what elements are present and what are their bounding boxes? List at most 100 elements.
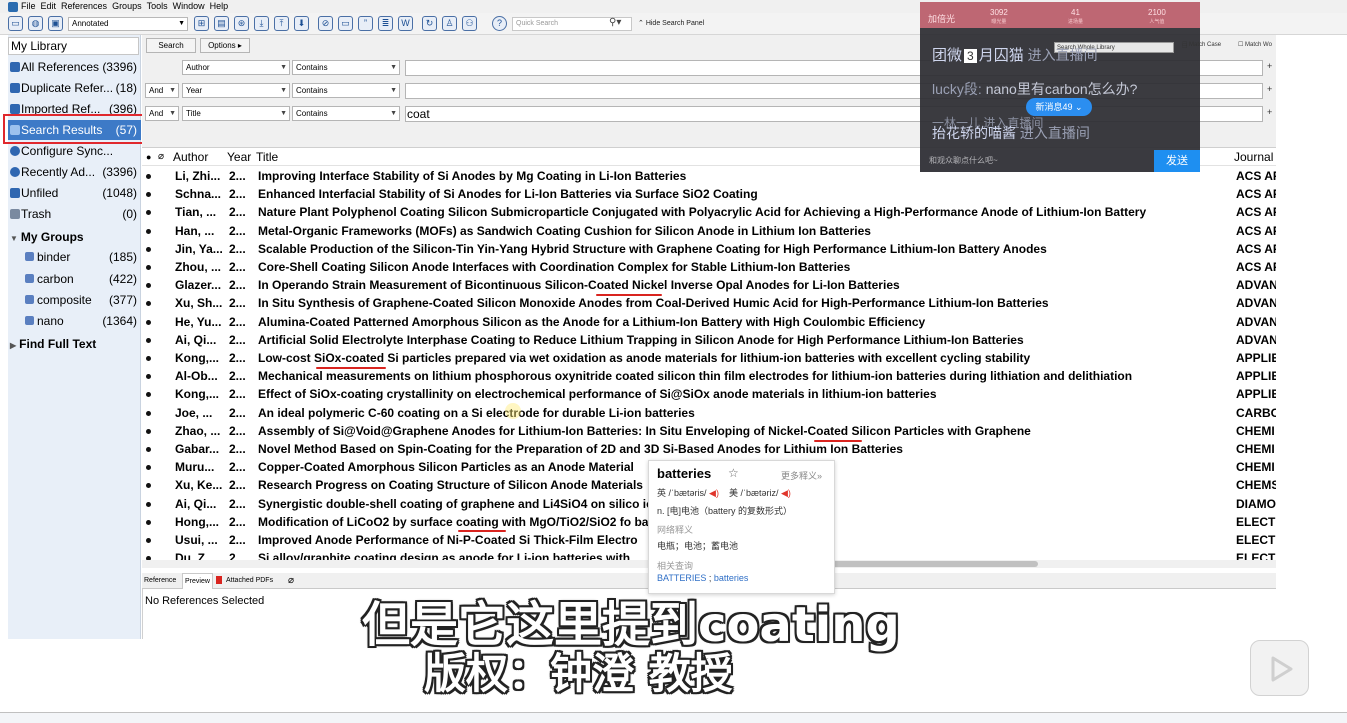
group-recently-added[interactable]: Recently Ad... (3396) xyxy=(8,162,141,182)
ref-author: He, Yu... xyxy=(175,314,222,329)
search-icon[interactable]: ⚲▾ xyxy=(609,17,621,28)
send-button[interactable]: 发送 xyxy=(1154,150,1200,172)
match-words-option[interactable]: ☐ Match Wo xyxy=(1238,41,1276,48)
more-definitions-link[interactable]: 更多释义» xyxy=(781,469,822,482)
group-unfiled[interactable]: Unfiled (1048) xyxy=(8,183,141,203)
hide-search-panel-button[interactable]: ⌃ Hide Search Panel xyxy=(638,18,704,30)
options-button[interactable]: Options ▸ xyxy=(200,38,250,53)
chat-input[interactable]: 和观众聊点什么吧~ xyxy=(920,150,1154,172)
group-share-icon[interactable]: ⚇ xyxy=(462,16,477,31)
ref-author: Al-Ob... xyxy=(175,369,218,384)
paperclip-icon[interactable]: ⌀ xyxy=(288,573,294,588)
output-style-select[interactable]: Annotated ▼ xyxy=(68,17,188,31)
chat-message-2: lucky段: nano里有carbon怎么办? xyxy=(932,80,1137,98)
sync-icon[interactable]: ↻ xyxy=(422,16,437,31)
read-status-column-icon[interactable]: ● xyxy=(146,148,151,166)
star-icon[interactable]: ☆ xyxy=(728,466,739,480)
search-field-select-1[interactable]: Author ▼ xyxy=(182,60,290,75)
online-search-icon[interactable]: ⊛ xyxy=(234,16,249,31)
tab-preview[interactable]: Preview xyxy=(182,573,213,589)
table-row[interactable]: Zhao, ... 2... Assembly of Si@Void@Graphen… xyxy=(142,422,1276,440)
stat-exposure: 3092 曝光量 xyxy=(990,8,1008,25)
return-to-word-icon[interactable]: W xyxy=(398,16,413,31)
table-row[interactable]: Tian, ... 2... Nature Plant Polyphenol Coa… xyxy=(142,203,1276,221)
column-title[interactable]: Title xyxy=(256,148,278,166)
insert-citation-word-icon[interactable]: ” xyxy=(358,16,373,31)
insert-citation-icon[interactable]: ⊞ xyxy=(194,16,209,31)
search-operator-select-2[interactable]: Contains ▼ xyxy=(292,83,400,98)
table-row[interactable]: Kong,... 2... Low-cost SiOx-coated Si part… xyxy=(142,349,1276,367)
import-icon[interactable]: ⤓ xyxy=(254,16,269,31)
column-author[interactable]: Author xyxy=(173,148,208,166)
group-composite[interactable]: composite (377) xyxy=(8,290,141,310)
ref-journal: ACS AP xyxy=(1236,205,1276,220)
group-all-references[interactable]: All References (3396) xyxy=(8,57,141,77)
table-row[interactable]: Zhou, ... 2... Core-Shell Coating Silicon … xyxy=(142,258,1276,276)
ref-title: Nature Plant Polyphenol Coating Silicon … xyxy=(258,205,1147,220)
format-bibliography-icon[interactable]: ≣ xyxy=(378,16,393,31)
menu-groups[interactable]: Groups xyxy=(112,0,142,13)
open-link-icon[interactable]: ⊘ xyxy=(318,16,333,31)
menu-tools[interactable]: Tools xyxy=(147,0,168,13)
table-row[interactable]: Al-Ob... 2... Mechanical measurements on l… xyxy=(142,367,1276,385)
table-row[interactable]: Glazer... 2... In Operando Strain Measurem… xyxy=(142,276,1276,294)
bool-select-2[interactable]: And ▼ xyxy=(145,83,179,98)
export-icon[interactable]: ⤒ xyxy=(274,16,289,31)
table-row[interactable]: Xu, Sh... 2... In Situ Synthesis of Graphe… xyxy=(142,294,1276,312)
add-search-row-icon[interactable]: + xyxy=(1267,84,1272,94)
menu-window[interactable]: Window xyxy=(173,0,205,13)
table-row[interactable]: Gabar... 2... Novel Method Based on Spin-C… xyxy=(142,440,1276,458)
group-nano[interactable]: nano (1364) xyxy=(8,311,141,331)
group-trash[interactable]: Trash (0) xyxy=(8,204,141,224)
my-groups-header[interactable]: ▼ My Groups xyxy=(8,228,84,248)
help-icon[interactable]: ? xyxy=(492,16,507,31)
group-binder[interactable]: binder (185) xyxy=(8,247,141,267)
share-icon[interactable]: ♙ xyxy=(442,16,457,31)
group-carbon[interactable]: carbon (422) xyxy=(8,269,141,289)
tab-attached-pdfs[interactable]: Attached PDFs xyxy=(226,573,273,588)
search-field-select-3[interactable]: Title ▼ xyxy=(182,106,290,121)
match-case-option[interactable]: ☐ Match Case xyxy=(1182,41,1221,48)
library-selector[interactable]: My Library xyxy=(8,37,139,55)
add-search-row-icon[interactable]: + xyxy=(1267,61,1272,71)
table-row[interactable]: Schna... 2... Enhanced Interfacial Stabili… xyxy=(142,185,1276,203)
unread-dot-icon xyxy=(146,483,151,489)
copy-formatted-icon[interactable]: ▤ xyxy=(214,16,229,31)
table-row[interactable]: Han, ... 2... Metal-Organic Frameworks (MO… xyxy=(142,222,1276,240)
related-link[interactable]: BATTERIES xyxy=(657,573,706,583)
add-search-row-icon[interactable]: + xyxy=(1267,107,1272,117)
table-row[interactable]: He, Yu... 2... Alumina-Coated Patterned Am… xyxy=(142,313,1276,331)
table-row[interactable]: Joe, ... 2... An ideal polymeric C-60 coat… xyxy=(142,404,1276,422)
online-search-mode-icon[interactable]: ◍ xyxy=(28,16,43,31)
open-file-icon[interactable]: ▭ xyxy=(338,16,353,31)
group-duplicate-references[interactable]: Duplicate Refer... (18) xyxy=(8,78,141,98)
output-style-value: Annotated xyxy=(72,19,109,28)
table-row[interactable]: Ai, Qi... 2... Artificial Solid Electrolyt… xyxy=(142,331,1276,349)
find-full-text-header[interactable]: ▶ Find Full Text xyxy=(8,335,96,355)
attachment-column-icon[interactable]: ⌀ xyxy=(158,148,164,166)
search-field-select-2[interactable]: Year ▼ xyxy=(182,83,290,98)
column-journal[interactable]: Journal xyxy=(1234,148,1273,166)
local-library-mode-icon[interactable]: ▭ xyxy=(8,16,23,31)
menu-edit[interactable]: Edit xyxy=(41,0,57,13)
group-configure-sync[interactable]: Configure Sync... xyxy=(8,141,141,161)
speaker-icon[interactable]: ◀) xyxy=(781,488,791,498)
menu-help[interactable]: Help xyxy=(210,0,229,13)
new-messages-button[interactable]: 新消息49 ⌄ xyxy=(1026,98,1092,116)
ref-journal: ADVAN xyxy=(1236,314,1276,329)
table-row[interactable]: Kong,... 2... Effect of SiOx-coating cryst… xyxy=(142,385,1276,403)
search-operator-select-3[interactable]: Contains ▼ xyxy=(292,106,400,121)
find-full-text-icon[interactable]: ⬇ xyxy=(294,16,309,31)
play-button[interactable] xyxy=(1250,640,1309,696)
menu-references[interactable]: References xyxy=(61,0,107,13)
menu-file[interactable]: File xyxy=(21,0,36,13)
column-year[interactable]: Year xyxy=(227,148,251,166)
integrated-library-mode-icon[interactable]: ▣ xyxy=(48,16,63,31)
related-link[interactable]: batteries xyxy=(714,573,749,583)
tab-reference[interactable]: Reference xyxy=(144,573,176,588)
search-button[interactable]: Search xyxy=(146,38,196,53)
search-operator-select-1[interactable]: Contains ▼ xyxy=(292,60,400,75)
table-row[interactable]: Jin, Ya... 2... Scalable Production of the… xyxy=(142,240,1276,258)
bool-select-3[interactable]: And ▼ xyxy=(145,106,179,121)
speaker-icon[interactable]: ◀) xyxy=(709,488,719,498)
